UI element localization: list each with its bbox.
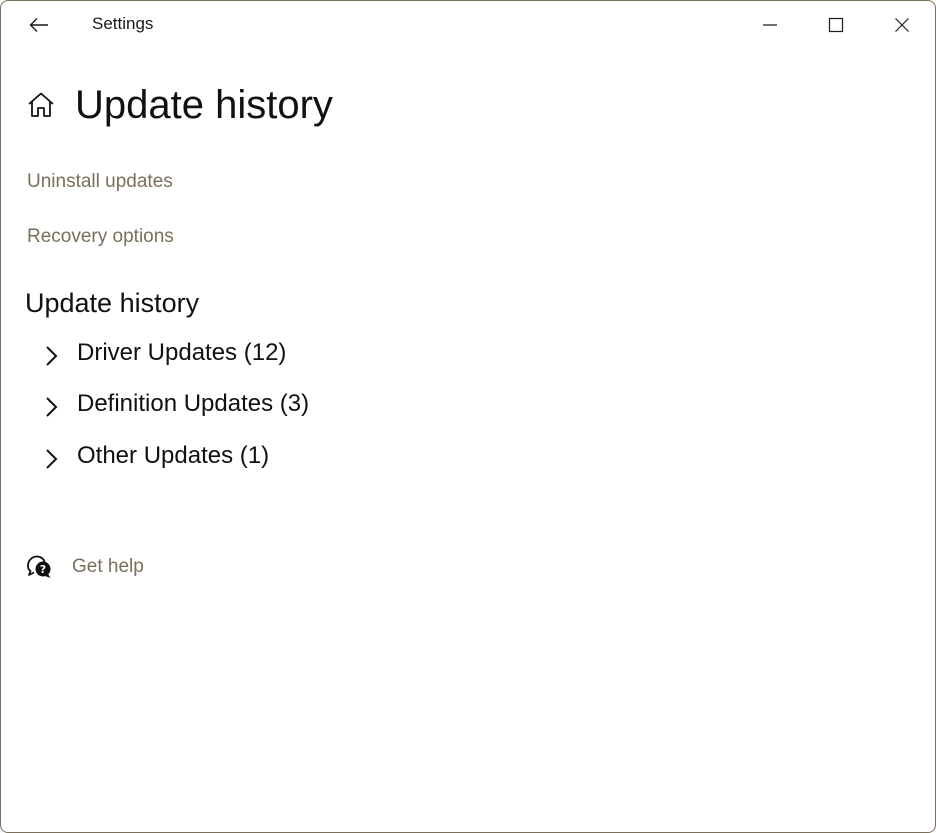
minimize-button[interactable] bbox=[737, 1, 803, 49]
group-other-updates[interactable]: Other Updates (1) bbox=[37, 430, 537, 482]
recovery-options-link[interactable]: Recovery options bbox=[27, 226, 174, 248]
get-help-link[interactable]: ? Get help bbox=[25, 553, 144, 581]
chat-help-icon: ? bbox=[25, 553, 53, 581]
chevron-right-icon bbox=[37, 445, 65, 473]
maximize-icon bbox=[828, 17, 844, 33]
title-bar: Settings bbox=[1, 1, 935, 49]
svg-text:?: ? bbox=[40, 563, 46, 576]
page-title: Update history bbox=[75, 83, 333, 127]
back-arrow-icon bbox=[29, 18, 48, 32]
home-icon[interactable] bbox=[25, 89, 57, 121]
chevron-right-icon bbox=[37, 342, 65, 370]
group-label: Definition Updates (3) bbox=[77, 390, 310, 418]
minimize-icon bbox=[763, 24, 777, 26]
group-label: Driver Updates (12) bbox=[77, 338, 287, 366]
section-title: Update history bbox=[25, 288, 200, 318]
uninstall-updates-link[interactable]: Uninstall updates bbox=[27, 171, 173, 193]
maximize-button[interactable] bbox=[803, 1, 869, 49]
window-title: Settings bbox=[92, 14, 154, 33]
close-button[interactable] bbox=[869, 1, 935, 49]
settings-window: Settings Update history Uninstall update… bbox=[0, 0, 936, 833]
chevron-right-icon bbox=[37, 393, 65, 421]
get-help-label: Get help bbox=[72, 556, 144, 577]
group-definition-updates[interactable]: Definition Updates (3) bbox=[37, 379, 537, 431]
update-group-list: Driver Updates (12) Definition Updates (… bbox=[37, 327, 537, 482]
close-icon bbox=[895, 18, 909, 32]
back-button[interactable] bbox=[19, 9, 59, 41]
group-label: Other Updates (1) bbox=[77, 441, 270, 469]
group-driver-updates[interactable]: Driver Updates (12) bbox=[37, 327, 537, 379]
page-header: Update history bbox=[25, 79, 333, 131]
